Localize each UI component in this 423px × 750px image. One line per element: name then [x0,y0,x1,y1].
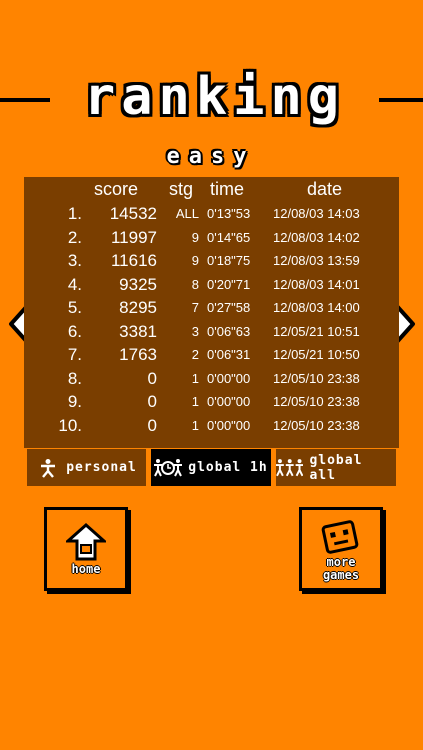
tab-personal[interactable]: personal [27,449,146,486]
row-date: 12/08/03 14:00 [273,300,360,315]
row-stage: 9 [191,253,199,268]
row-time: 0'20"71 [207,276,251,292]
row-date: 12/05/10 23:38 [273,394,360,409]
row-stage: 1 [191,394,199,409]
clock-people-icon [154,458,183,476]
row-score: 1763 [119,345,157,364]
person-icon [41,458,56,478]
table-row: 4. 9325 8 0'20"71 12/08/03 14:01 [24,273,399,296]
row-score: 8295 [119,298,157,317]
row-score: 0 [147,415,157,435]
row-time: 0'00"00 [207,394,251,409]
row-stage: 8 [191,276,199,292]
table-row: 5. 8295 7 0'27"58 12/08/03 14:00 [24,296,399,319]
row-score: 0 [147,368,157,388]
row-date: 12/05/21 10:51 [273,323,360,339]
row-time: 0'06"31 [207,347,251,362]
tab-global-all[interactable]: global all [276,449,396,486]
page-title: ranking [50,71,379,123]
header-score: score [94,179,139,199]
row-score: 0 [147,392,157,411]
row-score: 11997 [110,227,157,247]
row-stage: 3 [191,323,199,339]
table-row: 8. 0 1 0'00"00 12/05/10 23:38 [24,367,399,390]
table-row: 7. 1763 2 0'06"31 12/05/21 10:50 [24,343,399,366]
row-time: 0'00"00 [207,370,251,386]
row-score: 3381 [119,321,157,341]
row-date: 12/05/10 23:38 [273,370,360,386]
ranking-table: score stg time date 1. 14532 ALL 0'13"53… [24,177,399,448]
header-stg: stg [169,179,194,199]
table-row: 2. 11997 9 0'14"65 12/08/03 14:02 [24,226,399,249]
table-row: 9. 0 1 0'00"00 12/05/10 23:38 [24,390,399,413]
row-time: 0'27"58 [207,300,251,315]
row-date: 12/08/03 14:01 [273,276,360,292]
table-row: 3. 11616 9 0'18"75 12/08/03 13:59 [24,249,399,272]
more-games-label-line2: games [322,568,360,582]
row-date: 12/05/10 23:38 [273,417,360,433]
row-rank: 4. [67,274,82,294]
game-character-icon [321,520,359,554]
row-stage: 1 [191,417,199,433]
row-stage: 2 [191,347,199,362]
tab-global-1h[interactable]: global 1h [151,449,271,486]
row-time: 0'00"00 [207,417,251,433]
row-stage: 9 [191,229,199,245]
table-row: 6. 3381 3 0'06"63 12/05/21 10:51 [24,320,399,343]
difficulty-label: easy [166,144,256,169]
people-icon [276,458,304,476]
row-rank: 5. [67,298,82,317]
row-score: 14532 [109,204,157,223]
row-rank: 3. [67,251,82,270]
header-time: time [210,179,245,199]
row-rank: 6. [67,321,82,341]
row-time: 0'13"53 [207,206,251,221]
row-date: 12/08/03 14:03 [273,206,360,221]
home-button[interactable]: home [44,507,128,591]
table-row: 10. 0 1 0'00"00 12/05/10 23:38 [24,414,399,437]
row-rank: 9. [67,392,82,411]
table-row: 1. 14532 ALL 0'13"53 12/08/03 14:03 [24,202,399,225]
row-time: 0'14"65 [207,229,251,245]
home-label: home [71,562,101,576]
row-time: 0'18"75 [207,253,251,268]
row-score: 11616 [110,251,157,270]
tab-global-all-label: global all [309,452,363,483]
row-stage: 7 [191,300,199,315]
row-time: 0'06"63 [207,323,251,339]
header-date: date [307,179,343,199]
row-rank: 7. [67,345,82,364]
tab-global-1h-label: global 1h [188,460,268,475]
row-rank: 8. [67,368,82,388]
row-rank: 1. [67,204,82,223]
row-rank: 10. [58,415,82,435]
row-stage: ALL [175,206,199,221]
home-icon [66,523,106,561]
row-stage: 1 [191,370,199,386]
row-rank: 2. [67,227,82,247]
more-games-button[interactable]: more games [299,507,383,591]
tab-personal-label: personal [66,460,137,475]
row-date: 12/08/03 14:02 [273,229,360,245]
row-date: 12/08/03 13:59 [273,253,360,268]
row-score: 9325 [119,274,157,294]
row-date: 12/05/21 10:50 [273,347,360,362]
